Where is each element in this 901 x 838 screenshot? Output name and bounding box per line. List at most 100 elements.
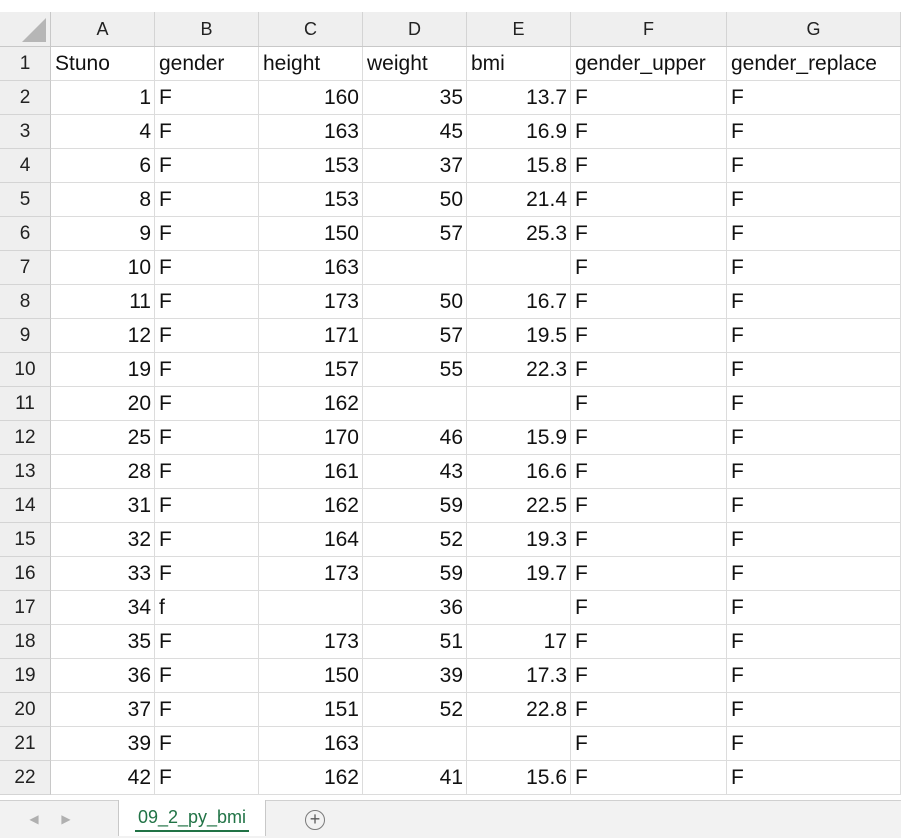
- cell-stuno[interactable]: 20: [51, 387, 155, 421]
- cell-bmi[interactable]: 21.4: [467, 183, 571, 217]
- cell-height[interactable]: 162: [259, 387, 363, 421]
- cell-weight[interactable]: [363, 387, 467, 421]
- cell-height[interactable]: 150: [259, 659, 363, 693]
- cell-gender-replace[interactable]: F: [727, 693, 901, 727]
- row-header[interactable]: 5: [0, 183, 51, 217]
- cell-gender-replace[interactable]: F: [727, 591, 901, 625]
- cell-weight[interactable]: 51: [363, 625, 467, 659]
- row-header[interactable]: 12: [0, 421, 51, 455]
- cell-bmi[interactable]: [467, 387, 571, 421]
- row-header[interactable]: 6: [0, 217, 51, 251]
- cell-height[interactable]: 163: [259, 251, 363, 285]
- cell-gender-upper[interactable]: F: [571, 455, 727, 489]
- cell-stuno[interactable]: 4: [51, 115, 155, 149]
- cell-gender[interactable]: F: [155, 183, 259, 217]
- cell-height[interactable]: 153: [259, 183, 363, 217]
- column-header-a[interactable]: A: [51, 12, 155, 46]
- cell-bmi[interactable]: 22.8: [467, 693, 571, 727]
- cell-gender-replace[interactable]: F: [727, 353, 901, 387]
- cell-gender[interactable]: F: [155, 659, 259, 693]
- cell-height[interactable]: 163: [259, 727, 363, 761]
- cell-gender[interactable]: F: [155, 217, 259, 251]
- sheet-tab-active[interactable]: 09_2_py_bmi: [118, 800, 266, 836]
- column-header-b[interactable]: B: [155, 12, 259, 46]
- column-header-g[interactable]: G: [727, 12, 901, 46]
- cell-gender-replace[interactable]: F: [727, 285, 901, 319]
- cell-gender[interactable]: f: [155, 591, 259, 625]
- cell-stuno[interactable]: 25: [51, 421, 155, 455]
- cell-gender[interactable]: F: [155, 625, 259, 659]
- cell-bmi[interactable]: 19.5: [467, 319, 571, 353]
- cell-weight[interactable]: 59: [363, 489, 467, 523]
- cell-weight[interactable]: 59: [363, 557, 467, 591]
- cell-gender[interactable]: F: [155, 693, 259, 727]
- cell-gender-replace[interactable]: F: [727, 149, 901, 183]
- cell-stuno[interactable]: 32: [51, 523, 155, 557]
- row-header[interactable]: 7: [0, 251, 51, 285]
- cell-gender-upper[interactable]: F: [571, 727, 727, 761]
- cell-weight[interactable]: 46: [363, 421, 467, 455]
- column-header-c[interactable]: C: [259, 12, 363, 46]
- cell-height[interactable]: 151: [259, 693, 363, 727]
- row-header[interactable]: 8: [0, 285, 51, 319]
- row-header[interactable]: 2: [0, 81, 51, 115]
- cell-height[interactable]: 153: [259, 149, 363, 183]
- header-cell-weight[interactable]: weight: [363, 47, 467, 81]
- cell-stuno[interactable]: 36: [51, 659, 155, 693]
- row-header[interactable]: 14: [0, 489, 51, 523]
- cell-stuno[interactable]: 33: [51, 557, 155, 591]
- cell-gender-upper[interactable]: F: [571, 217, 727, 251]
- cell-gender-replace[interactable]: F: [727, 523, 901, 557]
- cell-weight[interactable]: 41: [363, 761, 467, 795]
- cell-stuno[interactable]: 12: [51, 319, 155, 353]
- left-arrow-icon[interactable]: ◀: [26, 811, 42, 827]
- header-cell-stuno[interactable]: Stuno: [51, 47, 155, 81]
- cell-gender[interactable]: F: [155, 251, 259, 285]
- cell-weight[interactable]: 57: [363, 217, 467, 251]
- cell-height[interactable]: 161: [259, 455, 363, 489]
- cell-gender-upper[interactable]: F: [571, 761, 727, 795]
- cell-height[interactable]: 173: [259, 557, 363, 591]
- header-cell-bmi[interactable]: bmi: [467, 47, 571, 81]
- column-header-e[interactable]: E: [467, 12, 571, 46]
- cell-weight[interactable]: 45: [363, 115, 467, 149]
- cell-gender-upper[interactable]: F: [571, 659, 727, 693]
- cell-stuno[interactable]: 42: [51, 761, 155, 795]
- cell-height[interactable]: 173: [259, 285, 363, 319]
- cell-gender-upper[interactable]: F: [571, 693, 727, 727]
- cell-gender-upper[interactable]: F: [571, 557, 727, 591]
- cell-gender[interactable]: F: [155, 727, 259, 761]
- cell-bmi[interactable]: 13.7: [467, 81, 571, 115]
- cell-gender[interactable]: F: [155, 421, 259, 455]
- cell-weight[interactable]: 35: [363, 81, 467, 115]
- cell-height[interactable]: 163: [259, 115, 363, 149]
- cell-gender-upper[interactable]: F: [571, 591, 727, 625]
- row-header[interactable]: 16: [0, 557, 51, 591]
- cell-gender[interactable]: F: [155, 81, 259, 115]
- cell-gender-replace[interactable]: F: [727, 421, 901, 455]
- cell-weight[interactable]: 52: [363, 523, 467, 557]
- cell-gender-replace[interactable]: F: [727, 489, 901, 523]
- cell-stuno[interactable]: 19: [51, 353, 155, 387]
- cell-height[interactable]: 164: [259, 523, 363, 557]
- cell-gender-replace[interactable]: F: [727, 557, 901, 591]
- cell-bmi[interactable]: [467, 727, 571, 761]
- row-header[interactable]: 3: [0, 115, 51, 149]
- cell-gender[interactable]: F: [155, 319, 259, 353]
- row-header[interactable]: 13: [0, 455, 51, 489]
- cell-gender-upper[interactable]: F: [571, 149, 727, 183]
- cell-gender-replace[interactable]: F: [727, 455, 901, 489]
- row-header[interactable]: 15: [0, 523, 51, 557]
- cell-bmi[interactable]: 15.8: [467, 149, 571, 183]
- cell-gender-replace[interactable]: F: [727, 625, 901, 659]
- cell-bmi[interactable]: 17.3: [467, 659, 571, 693]
- select-all-button[interactable]: [0, 12, 51, 46]
- cell-gender-replace[interactable]: F: [727, 115, 901, 149]
- row-header[interactable]: 19: [0, 659, 51, 693]
- row-header[interactable]: 21: [0, 727, 51, 761]
- cell-stuno[interactable]: 11: [51, 285, 155, 319]
- column-header-f[interactable]: F: [571, 12, 727, 46]
- cell-bmi[interactable]: 15.9: [467, 421, 571, 455]
- cell-gender[interactable]: F: [155, 761, 259, 795]
- cell-gender-replace[interactable]: F: [727, 761, 901, 795]
